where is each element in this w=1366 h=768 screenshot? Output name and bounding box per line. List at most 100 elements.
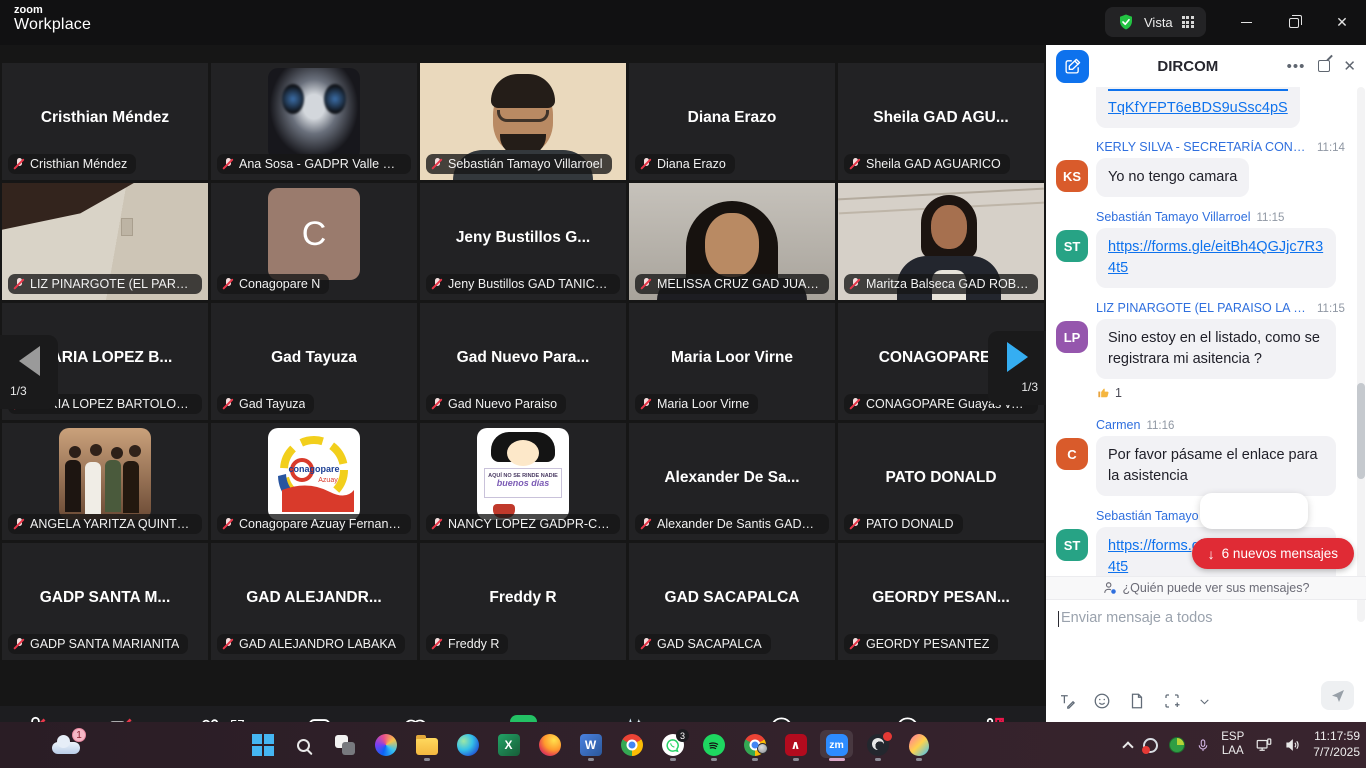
participant-tile[interactable]: GADP SANTA M... GADP SANTA MARIANITA bbox=[2, 543, 208, 660]
obs-icon bbox=[867, 734, 889, 756]
participant-tile[interactable]: Jeny Bustillos G... Jeny Bustillos GAD T… bbox=[420, 183, 626, 300]
spotify-icon bbox=[703, 734, 725, 756]
popout-icon[interactable] bbox=[1318, 60, 1330, 72]
avatar-conagopare-logo: conagopare Azuay bbox=[268, 428, 360, 520]
chat-message: C Carmen11:16 Por favor pásame el enlace… bbox=[1056, 418, 1352, 496]
message-link[interactable]: https://forms.gle/eitBh4QGJjc7R34t5 bbox=[1108, 239, 1323, 276]
send-button[interactable] bbox=[1321, 681, 1354, 710]
participant-tile[interactable]: MELISSA CRUZ GAD JUAN G... bbox=[629, 183, 835, 300]
paint-app-button[interactable] bbox=[906, 728, 931, 762]
muted-mic-icon bbox=[849, 277, 861, 291]
copilot-button[interactable] bbox=[373, 728, 398, 762]
participant-label: Gad Tayuza bbox=[217, 394, 314, 414]
excel-button[interactable]: X bbox=[496, 728, 521, 762]
network-display-icon[interactable] bbox=[1255, 736, 1273, 754]
participant-tile[interactable]: Alexander De Sa... Alexander De Santis G… bbox=[629, 423, 835, 540]
participant-tile[interactable]: Maria Loor Virne Maria Loor Virne bbox=[629, 303, 835, 420]
restore-button[interactable] bbox=[1270, 0, 1318, 45]
language-indicator[interactable]: ESP LAA bbox=[1221, 731, 1244, 759]
participant-tile[interactable]: Sheila GAD AGU... Sheila GAD AGUARICO bbox=[838, 63, 1044, 180]
microphone-tray-icon[interactable] bbox=[1196, 737, 1210, 754]
participant-tile-active-speaker[interactable]: Sebastián Tamayo Villarroel bbox=[420, 63, 626, 180]
acrobat-button[interactable]: ∧ bbox=[783, 728, 808, 762]
chevron-down-icon[interactable] bbox=[1198, 695, 1211, 708]
participant-tile[interactable]: Ana Sosa - GADPR Valle Her... bbox=[211, 63, 417, 180]
chrome-profile-button[interactable] bbox=[742, 728, 767, 762]
participant-tile[interactable]: Maritza Balseca GAD ROBERT... bbox=[838, 183, 1044, 300]
new-messages-button[interactable]: ↓ 6 nuevos mensajes bbox=[1192, 538, 1354, 569]
chat-input-area[interactable]: Enviar mensaje a todos bbox=[1046, 599, 1366, 722]
copilot-icon bbox=[375, 734, 397, 756]
participant-label: ANGELA YARITZA QUINTERO ... bbox=[8, 514, 202, 534]
participant-tile[interactable]: ANGELA YARITZA QUINTERO ... bbox=[2, 423, 208, 540]
participant-tile[interactable]: Cristhian Méndez Cristhian Méndez bbox=[2, 63, 208, 180]
format-text-icon[interactable] bbox=[1058, 692, 1076, 710]
thumbs-up-reaction[interactable]: 1 bbox=[1096, 385, 1122, 400]
participant-tile[interactable]: AQUÍ NO SE RINDE NADIEbuenos días NANCY … bbox=[420, 423, 626, 540]
chat-message: ST Sebastián Tamayo Villarroel11:15 http… bbox=[1056, 210, 1352, 288]
start-button[interactable] bbox=[250, 728, 275, 762]
participant-tile[interactable]: conagopare Azuay Conagopare Azuay Fernan… bbox=[211, 423, 417, 540]
muted-mic-icon bbox=[640, 637, 652, 651]
word-button[interactable]: W bbox=[578, 728, 603, 762]
weather-widget-button[interactable]: 1 bbox=[52, 730, 86, 760]
emoji-icon[interactable] bbox=[1093, 692, 1111, 710]
participant-tile[interactable]: C Conagopare N bbox=[211, 183, 417, 300]
file-attach-icon[interactable] bbox=[1128, 692, 1146, 710]
screenshot-icon[interactable] bbox=[1163, 692, 1181, 710]
participant-label: Sheila GAD AGUARICO bbox=[844, 154, 1010, 174]
page-indicator: 1/3 bbox=[10, 384, 27, 398]
participant-label: Freddy R bbox=[426, 634, 508, 654]
chat-message: TqKfYFPT6eBDS9uSsc4pS bbox=[1056, 87, 1352, 128]
tray-expand-chevron[interactable] bbox=[1123, 741, 1134, 752]
new-chat-button[interactable] bbox=[1056, 50, 1089, 83]
participant-tile[interactable]: GEORDY PESAN... GEORDY PESANTEZ bbox=[838, 543, 1044, 660]
message-bubble: Sino estoy en el listado, como se regist… bbox=[1096, 319, 1336, 379]
participant-tile[interactable]: Gad Tayuza Gad Tayuza bbox=[211, 303, 417, 420]
muted-mic-icon bbox=[222, 637, 234, 651]
obs-button[interactable] bbox=[865, 728, 890, 762]
participant-tile[interactable]: Diana Erazo Diana Erazo bbox=[629, 63, 835, 180]
antivirus-tray-icon[interactable] bbox=[1169, 737, 1185, 753]
chat-more-button[interactable]: ••• bbox=[1287, 58, 1306, 75]
message-sender: Carmen bbox=[1096, 418, 1140, 432]
participant-tile[interactable]: GAD SACAPALCA GAD SACAPALCA bbox=[629, 543, 835, 660]
gallery-prev-page-button[interactable]: 1/3 bbox=[0, 335, 58, 409]
taskbar-clock[interactable]: 11:17:59 7/7/2025 bbox=[1313, 729, 1360, 760]
search-button[interactable] bbox=[291, 728, 316, 762]
chat-scrollbar-thumb[interactable] bbox=[1357, 383, 1365, 479]
firefox-button[interactable] bbox=[537, 728, 562, 762]
minimize-button[interactable] bbox=[1222, 0, 1270, 45]
message-privacy-note[interactable]: ¿Quién puede ver sus mensajes? bbox=[1046, 576, 1366, 599]
participant-tile[interactable]: GAD ALEJANDR... GAD ALEJANDRO LABAKA bbox=[211, 543, 417, 660]
spotify-button[interactable] bbox=[701, 728, 726, 762]
profile-avatar bbox=[757, 743, 768, 754]
zoom-app-button[interactable]: zm bbox=[824, 728, 849, 762]
whatsapp-button[interactable]: 3 bbox=[660, 728, 685, 762]
chat-close-button[interactable]: ✕ bbox=[1343, 57, 1356, 75]
edge-icon bbox=[457, 734, 479, 756]
thumbs-up-icon bbox=[1096, 385, 1111, 400]
system-tray: ESP LAA 11:17:59 7/7/2025 bbox=[1124, 722, 1360, 768]
edge-button[interactable] bbox=[455, 728, 480, 762]
message-link[interactable]: TqKfYFPT6eBDS9uSsc4pS bbox=[1108, 100, 1288, 116]
chat-scrollbar-track[interactable] bbox=[1357, 87, 1365, 622]
screen-record-tray-icon[interactable] bbox=[1143, 738, 1158, 753]
participant-tile[interactable]: Freddy R Freddy R bbox=[420, 543, 626, 660]
participant-tile[interactable]: Gad Nuevo Para... Gad Nuevo Paraiso bbox=[420, 303, 626, 420]
chat-input[interactable]: Enviar mensaje a todos bbox=[1058, 610, 1354, 626]
view-button[interactable]: Vista bbox=[1105, 7, 1206, 37]
speaker-icon[interactable] bbox=[1284, 736, 1302, 754]
message-bubble: Por favor pásame el enlace para la asist… bbox=[1096, 436, 1336, 496]
file-explorer-button[interactable] bbox=[414, 728, 439, 762]
participant-label: MELISSA CRUZ GAD JUAN G... bbox=[635, 274, 829, 294]
participant-tile[interactable]: PATO DONALD PATO DONALD bbox=[838, 423, 1044, 540]
avatar bbox=[59, 428, 151, 520]
gallery-next-page-button[interactable]: 1/3 bbox=[988, 331, 1046, 405]
participant-tile[interactable]: LIZ PINARGOTE (EL PARAISO ... bbox=[2, 183, 208, 300]
participant-label: Alexander De Santis GADPR L... bbox=[635, 514, 829, 534]
task-view-button[interactable] bbox=[332, 728, 357, 762]
chrome-button[interactable] bbox=[619, 728, 644, 762]
close-button[interactable]: ✕ bbox=[1318, 0, 1366, 45]
avatar bbox=[268, 68, 360, 160]
